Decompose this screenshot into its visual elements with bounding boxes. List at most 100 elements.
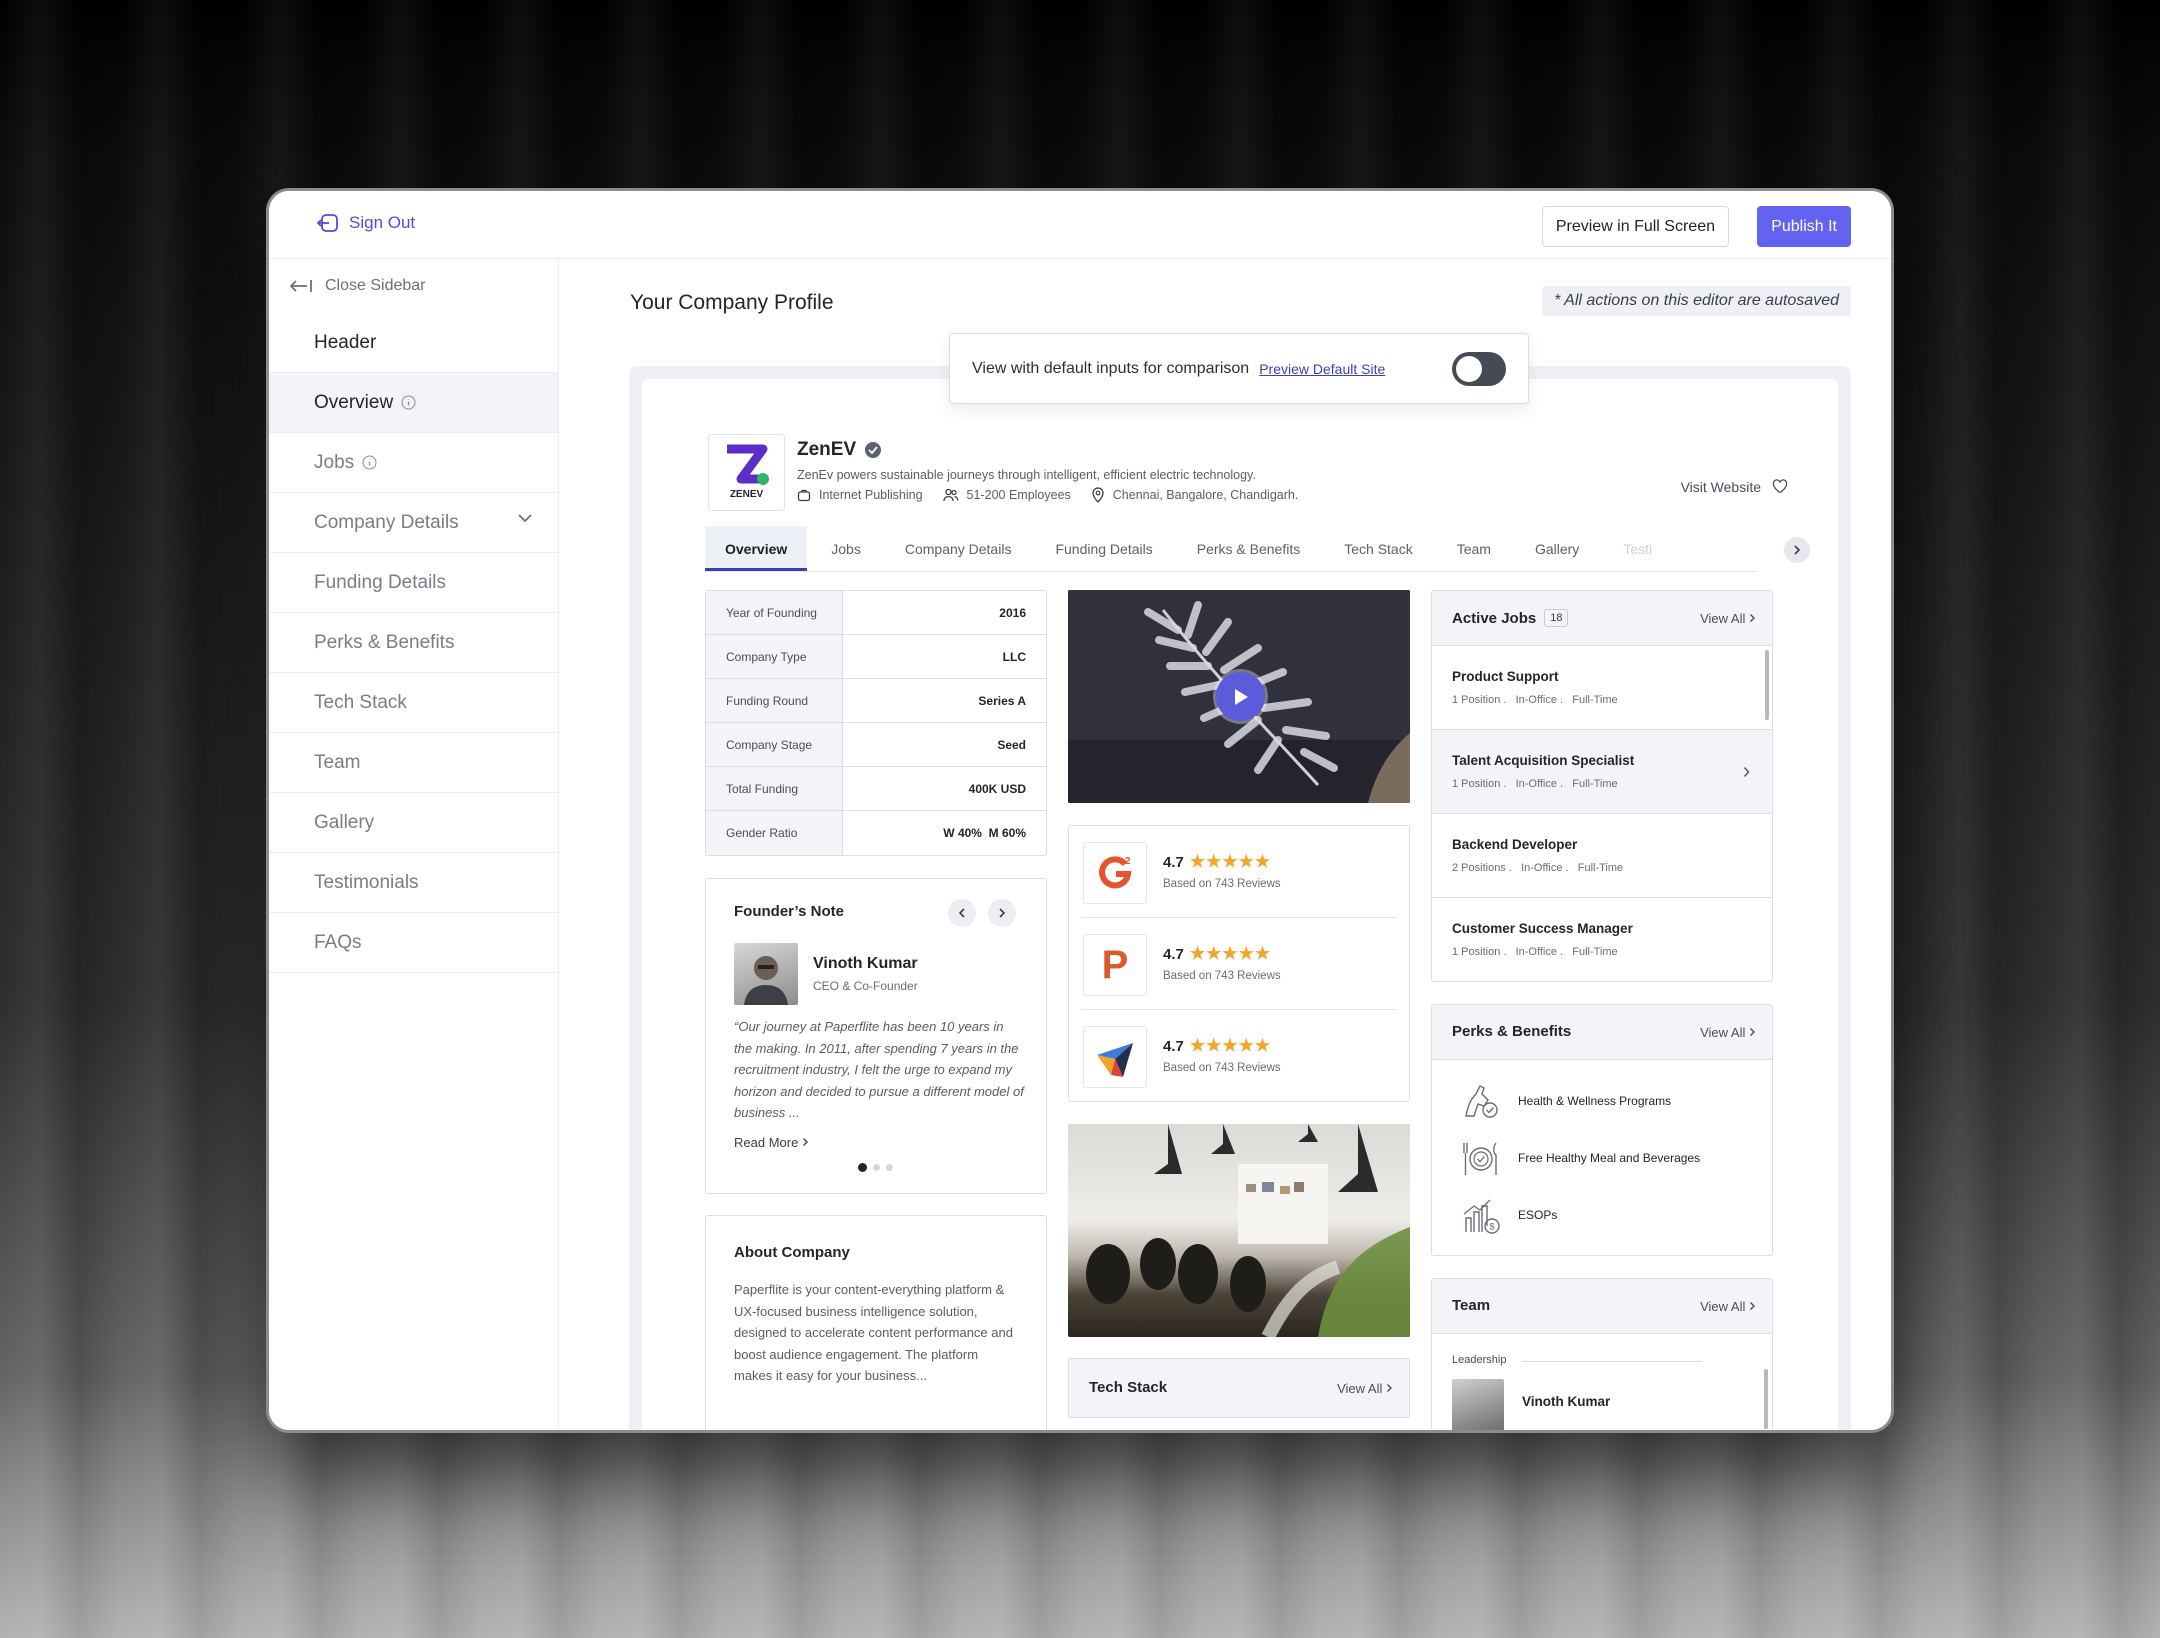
chevron-left-icon (958, 908, 965, 918)
capterra-logo (1083, 1026, 1147, 1088)
comparison-toggle[interactable] (1452, 352, 1506, 386)
fact-value: W 40% M 60% (943, 826, 1026, 840)
publish-button[interactable]: Publish It (1757, 206, 1851, 247)
tab-testimonials[interactable]: Testi (1603, 526, 1672, 571)
sidebar-item-label: Header (314, 331, 377, 353)
avatar-placeholder-icon (744, 956, 788, 1005)
sidebar-item-funding-details[interactable]: Funding Details (269, 553, 558, 613)
locations: Chennai, Bangalore, Chandigarh. (1091, 487, 1298, 503)
heart-icon[interactable] (1772, 479, 1788, 494)
carousel-dot[interactable] (886, 1164, 893, 1171)
job-meta: 2 Positions . In-Office . Full-Time (1452, 862, 1624, 874)
job-title: Customer Success Manager (1452, 921, 1633, 936)
preview-canvas: ZENEV ZenEV ZenEv powers sustainable jou… (629, 366, 1851, 1430)
review-basis: Based on 743 Reviews (1163, 970, 1281, 982)
jobs-view-all-link[interactable]: View All (1700, 611, 1756, 626)
carousel-dot[interactable] (873, 1164, 880, 1171)
sidebar-item-tech-stack[interactable]: Tech Stack (269, 673, 558, 733)
sign-out-icon (317, 214, 338, 232)
team-scrollbar[interactable] (1764, 1369, 1768, 1429)
logo-wordmark: ZENEV (730, 489, 764, 500)
divider (1522, 1361, 1702, 1362)
company-size: 51-200 Employees (942, 487, 1071, 503)
job-item[interactable]: Talent Acquisition Specialist 1 Position … (1432, 730, 1772, 814)
chevron-right-icon (999, 908, 1006, 918)
sidebar-item-team[interactable]: Team (269, 733, 558, 793)
review-score-row: 4.7 ★★★★★ (1163, 852, 1271, 872)
tab-company-details[interactable]: Company Details (885, 526, 1032, 571)
jobs-scrollbar[interactable] (1765, 650, 1769, 720)
tab-gallery[interactable]: Gallery (1515, 526, 1599, 571)
company-video[interactable] (1068, 590, 1410, 803)
founder-next-button[interactable] (988, 899, 1016, 927)
tabs-next-button[interactable] (1784, 537, 1810, 563)
sidebar-item-perks-benefits[interactable]: Perks & Benefits (269, 613, 558, 673)
view-all-label: View All (1700, 1025, 1746, 1040)
chevron-right-icon (1794, 545, 1801, 555)
visit-website-link[interactable]: Visit Website (1681, 479, 1761, 495)
tab-perks-benefits[interactable]: Perks & Benefits (1177, 526, 1321, 571)
tab-overview[interactable]: Overview (705, 526, 808, 571)
team-view-all-link[interactable]: View All (1700, 1299, 1756, 1314)
zenev-logo-icon: ZENEV (727, 444, 769, 500)
fact-key: Company Type (706, 635, 843, 678)
active-jobs-heading: Active Jobs (1452, 609, 1537, 627)
founder-prev-button[interactable] (948, 899, 976, 927)
g2-logo: 2 (1083, 842, 1147, 904)
tech-view-all-link[interactable]: View All (1337, 1381, 1393, 1396)
active-jobs-card: Active Jobs 18 View All Product Support 1 … (1431, 590, 1773, 982)
job-item[interactable]: Product Support 1 Position . In-Office . … (1432, 646, 1772, 730)
preview-page: ZENEV ZenEV ZenEv powers sustainable jou… (642, 379, 1838, 1430)
browser-window: Sign Out Preview in Full Screen Publish … (269, 191, 1891, 1430)
carousel-dot[interactable] (858, 1163, 867, 1172)
about-company-card: About Company Paperflite is your content… (705, 1215, 1047, 1430)
play-button[interactable] (1216, 672, 1265, 721)
table-row: Gender Ratio W 40% M 60% (706, 811, 1046, 855)
close-sidebar-button[interactable]: Close Sidebar (269, 259, 558, 313)
perk-label: Free Healthy Meal and Beverages (1518, 1150, 1701, 1165)
job-item[interactable]: Backend Developer 2 Positions . In-Office… (1432, 814, 1772, 898)
location-pin-icon (1092, 487, 1104, 503)
svg-text:2: 2 (1125, 856, 1131, 867)
preview-full-screen-button[interactable]: Preview in Full Screen (1541, 206, 1729, 247)
fact-key: Gender Ratio (706, 811, 843, 855)
sidebar-item-label: Perks & Benefits (314, 631, 455, 653)
perk-item: Free Healthy Meal and Beverages (1432, 1129, 1772, 1186)
tab-tech-stack[interactable]: Tech Stack (1324, 526, 1432, 571)
job-item[interactable]: Customer Success Manager 1 Position . In-… (1432, 898, 1772, 981)
team-group-label: Leadership (1452, 1354, 1507, 1366)
perk-label: Health & Wellness Programs (1518, 1093, 1672, 1108)
middle-column: 2 4.7 ★★★★★ Based on 743 Reviews P 4.7 ★★★… (1068, 590, 1410, 1418)
tab-jobs[interactable]: Jobs (811, 526, 881, 571)
svg-text:$: $ (1489, 1221, 1494, 1231)
sidebar-item-gallery[interactable]: Gallery (269, 793, 558, 853)
sidebar-item-testimonials[interactable]: Testimonials (269, 853, 558, 913)
sidebar-item-faqs[interactable]: FAQs (269, 913, 558, 973)
about-heading: About Company (734, 1244, 850, 1261)
tab-funding-details[interactable]: Funding Details (1035, 526, 1172, 571)
company-description: ZenEv powers sustainable journeys throug… (797, 468, 1256, 482)
sidebar-item-company-details[interactable]: Company Details (269, 493, 558, 553)
preview-default-site-link[interactable]: Preview Default Site (1259, 361, 1385, 377)
review-row-capterra: 4.7 ★★★★★ Based on 743 Reviews (1081, 1010, 1397, 1102)
play-icon (1234, 688, 1248, 705)
tab-team[interactable]: Team (1437, 526, 1511, 571)
fact-value: Seed (997, 738, 1026, 752)
sidebar-item-jobs[interactable]: Jobs (269, 433, 558, 493)
founder-avatar (734, 943, 798, 1005)
sidebar-item-header[interactable]: Header (269, 313, 558, 373)
industry: Internet Publishing (797, 487, 923, 503)
left-column: Year of Founding 2016 Company Type LLC Fun… (705, 590, 1047, 1430)
perks-view-all-link[interactable]: View All (1700, 1025, 1756, 1040)
founders-note-heading: Founder’s Note (734, 903, 845, 920)
fact-key: Total Funding (706, 767, 843, 810)
view-all-label: View All (1700, 1299, 1746, 1314)
star-rating: ★★★★★ (1189, 944, 1272, 963)
sidebar-item-overview[interactable]: Overview (269, 373, 558, 433)
right-column: Active Jobs 18 View All Product Support 1 … (1431, 590, 1773, 1430)
read-more-link[interactable]: Read More (734, 1135, 809, 1150)
job-title: Talent Acquisition Specialist (1452, 753, 1635, 768)
job-meta: 1 Position . In-Office . Full-Time (1452, 778, 1618, 790)
sign-out-button[interactable]: Sign Out (317, 213, 415, 233)
fact-value: LLC (1002, 650, 1026, 664)
